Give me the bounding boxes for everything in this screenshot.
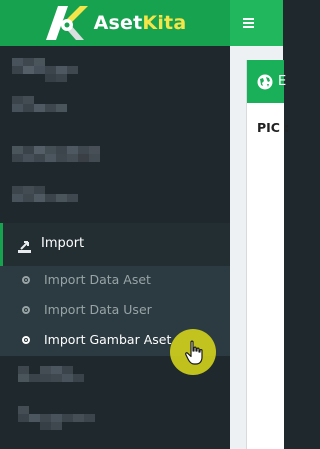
sidebar: Import Import Data Aset Import Data User…: [0, 46, 230, 449]
submenu-item-label: Import Gambar Aset: [44, 332, 172, 347]
top-navbar: [230, 0, 283, 46]
sidebar-item-label: Import: [41, 236, 85, 251]
submenu-item-label: Import Data User: [44, 302, 152, 317]
submenu-item-import-data-user[interactable]: Import Data User: [0, 296, 230, 326]
brand-logo[interactable]: AsetKita: [0, 0, 230, 46]
circle-icon: [22, 276, 30, 284]
submenu-item-label: Import Data Aset: [44, 272, 151, 287]
content-panel: E PIC :: [246, 60, 289, 449]
panel-title: E: [278, 74, 287, 89]
sidebar-item-import[interactable]: Import: [0, 223, 230, 266]
active-indicator: [0, 223, 3, 266]
sidebar-item-redacted[interactable]: [0, 404, 230, 444]
brand-name: AsetKita: [93, 12, 187, 34]
submenu-item-import-data-aset[interactable]: Import Data Aset: [0, 266, 230, 296]
panel-header: E: [247, 60, 287, 103]
sidebar-item-redacted[interactable]: [0, 182, 230, 222]
import-icon: [18, 238, 31, 253]
sidebar-item-redacted[interactable]: [0, 94, 230, 134]
hamburger-icon[interactable]: [243, 18, 254, 28]
sidebar-item-redacted[interactable]: [0, 142, 230, 182]
pic-label: PIC :: [257, 120, 290, 135]
circle-icon: [22, 306, 30, 314]
logo-mark-icon: [44, 4, 90, 42]
circle-icon: [22, 336, 30, 344]
main-content: E PIC :: [230, 46, 289, 449]
sidebar-item-redacted[interactable]: [0, 52, 230, 92]
hand-pointer-icon: [184, 340, 206, 366]
globe-icon: [257, 74, 273, 90]
